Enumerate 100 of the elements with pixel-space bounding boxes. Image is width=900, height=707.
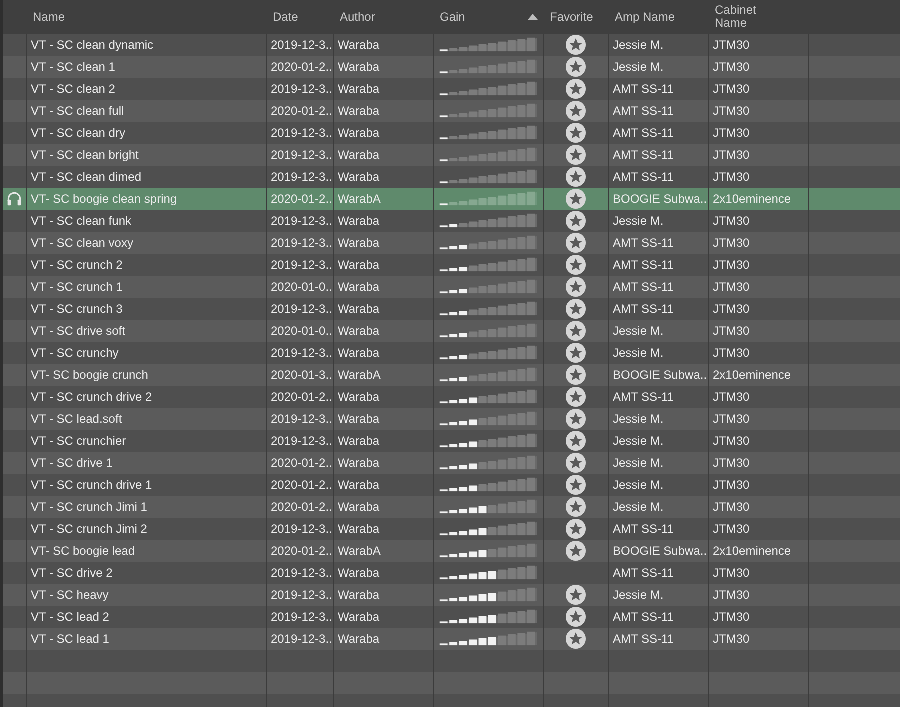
preset-row[interactable]: VT - SC clean 2 2019-12-3... Waraba AMT SS-11 JTM30 — [3, 78, 900, 100]
date-cell-text: 2020-01-2... — [271, 499, 333, 516]
column-header[interactable]: Name — [33, 8, 66, 26]
amp-name-cell-text: AMT SS-11 — [613, 125, 674, 142]
preset-name: VT - SC crunch 1 — [31, 279, 123, 296]
sort-arrow-icon[interactable] — [528, 14, 538, 20]
column-header[interactable]: Amp Name — [615, 8, 676, 26]
preset-name: VT- SC boogie clean spring — [31, 191, 178, 208]
date-cell-text: 2019-12-3... — [271, 257, 333, 274]
preset-name: VT - SC clean 1 — [31, 59, 116, 76]
date-cell-text: 2019-12-3... — [271, 609, 333, 626]
date-cell-text: 2020-01-2... — [271, 543, 333, 560]
preset-row[interactable]: VT- SC boogie clean spring 2020-01-2... WarabA BOOGIE Subwa... 2x10eminence — [3, 188, 900, 210]
date-cell-text: 2019-12-3... — [271, 235, 333, 252]
preset-row[interactable]: VT - SC crunchy 2019-12-3... Waraba Jessie M. JTM30 — [3, 342, 900, 364]
column-header[interactable]: Date — [273, 8, 298, 26]
preset-name: VT - SC crunch 3 — [31, 301, 123, 318]
column-header[interactable]: Favorite — [550, 8, 594, 26]
amp-name-cell-text: Jessie M. — [613, 587, 664, 604]
cabinet-name-cell-text: JTM30 — [713, 147, 750, 164]
preset-name: VT- SC boogie crunch — [31, 367, 148, 384]
preset-row[interactable]: VT - SC clean dry 2019-12-3... Waraba AMT SS-11 JTM30 — [3, 122, 900, 144]
author-cell-text: Waraba — [338, 433, 380, 450]
date-cell-text: 2020-01-2... — [271, 389, 333, 406]
preset-row[interactable]: VT - SC clean funk 2019-12-3... Waraba Jessie M. JTM30 — [3, 210, 900, 232]
cabinet-name-cell-text: JTM30 — [713, 323, 750, 340]
date-cell-text: 2019-12-3... — [271, 587, 333, 604]
author-cell-text: Waraba — [338, 323, 380, 340]
cabinet-name-cell-text: 2x10eminence — [713, 367, 792, 384]
amp-name-cell-text: Jessie M. — [613, 411, 664, 428]
preset-row[interactable]: VT - SC crunch drive 1 2020-01-2... Waraba Jessie M. JTM30 — [3, 474, 900, 496]
preset-row[interactable]: VT - SC clean dimed 2019-12-3... Waraba AMT SS-11 JTM30 — [3, 166, 900, 188]
amp-name-cell-text: AMT SS-11 — [613, 235, 674, 252]
author-cell-text: WarabA — [338, 367, 381, 384]
preset-name: VT - SC crunch Jimi 1 — [31, 499, 148, 516]
amp-name-cell-text: AMT SS-11 — [613, 147, 674, 164]
amp-name-cell-text: AMT SS-11 — [613, 279, 674, 296]
preset-row[interactable]: VT - SC crunch 3 2019-12-3... Waraba AMT SS-11 JTM30 — [3, 298, 900, 320]
author-cell-text: Waraba — [338, 345, 380, 362]
amp-name-cell-text: AMT SS-11 — [613, 521, 674, 538]
preset-name: VT - SC crunch drive 2 — [31, 389, 152, 406]
preset-row[interactable]: VT - SC crunch drive 2 2020-01-2... Waraba AMT SS-11 JTM30 — [3, 386, 900, 408]
author-cell-text: Waraba — [338, 81, 380, 98]
amp-name-cell-text: AMT SS-11 — [613, 257, 674, 274]
preset-row[interactable]: VT - SC lead 2 2019-12-3... Waraba AMT SS-11 JTM30 — [3, 606, 900, 628]
date-cell-text: 2020-01-3... — [271, 367, 333, 384]
amp-name-cell-text: Jessie M. — [613, 345, 664, 362]
preset-name: VT - SC lead 2 — [31, 609, 110, 626]
column-header[interactable]: Gain — [440, 8, 466, 26]
date-cell-text: 2020-01-2... — [271, 455, 333, 472]
column-header[interactable]: Cabinet Name — [715, 4, 775, 30]
preset-row[interactable]: VT - SC clean dynamic 2019-12-3... Waraba Jessie M. JTM30 — [3, 34, 900, 56]
preset-row[interactable]: VT - SC crunch 2 2019-12-3... Waraba AMT SS-11 JTM30 — [3, 254, 900, 276]
amp-name-cell-text: AMT SS-11 — [613, 81, 674, 98]
amp-name-cell-text: AMT SS-11 — [613, 103, 674, 120]
preset-name: VT - SC drive soft — [31, 323, 126, 340]
amp-name-cell-text: BOOGIE Subwa... — [613, 191, 708, 208]
preset-name: VT- SC boogie lead — [31, 543, 136, 560]
author-cell-text: Waraba — [338, 37, 380, 54]
cabinet-name-cell-text: 2x10eminence — [713, 543, 792, 560]
preset-name: VT - SC crunchier — [31, 433, 126, 450]
amp-name-cell-text: AMT SS-11 — [613, 389, 674, 406]
author-cell-text: Waraba — [338, 455, 380, 472]
cabinet-name-cell-text: JTM30 — [713, 125, 750, 142]
date-cell-text: 2019-12-3... — [271, 521, 333, 538]
author-cell-text: Waraba — [338, 169, 380, 186]
preset-row[interactable]: VT - SC crunch Jimi 2 2019-12-3... Waraba AMT SS-11 JTM30 — [3, 518, 900, 540]
cabinet-name-cell-text: JTM30 — [713, 499, 750, 516]
author-cell-text: Waraba — [338, 411, 380, 428]
preset-row[interactable]: VT - SC crunchier 2019-12-3... Waraba Jessie M. JTM30 — [3, 430, 900, 452]
date-cell-text: 2019-12-3... — [271, 411, 333, 428]
cabinet-name-cell-text: 2x10eminence — [713, 191, 792, 208]
date-cell-text: 2019-12-3... — [271, 125, 333, 142]
date-cell-text: 2020-01-2... — [271, 59, 333, 76]
amp-name-cell-text: Jessie M. — [613, 433, 664, 450]
date-cell-text: 2019-12-3... — [271, 169, 333, 186]
amp-name-cell-text: AMT SS-11 — [613, 301, 674, 318]
author-cell-text: Waraba — [338, 103, 380, 120]
preset-name: VT - SC crunch drive 1 — [31, 477, 152, 494]
amp-name-cell-text: Jessie M. — [613, 477, 664, 494]
column-header[interactable]: Author — [340, 8, 376, 26]
cabinet-name-cell-text: JTM30 — [713, 565, 750, 582]
author-cell-text: Waraba — [338, 301, 380, 318]
amp-name-cell-text: Jessie M. — [613, 213, 664, 230]
cabinet-name-cell-text: JTM30 — [713, 213, 750, 230]
preset-name: VT - SC crunchy — [31, 345, 119, 362]
amp-name-cell-text: AMT SS-11 — [613, 169, 674, 186]
amp-name-cell-text: Jessie M. — [613, 499, 664, 516]
preset-name: VT - SC drive 2 — [31, 565, 113, 582]
cabinet-name-cell-text: JTM30 — [713, 609, 750, 626]
preset-name: VT - SC lead 1 — [31, 631, 110, 648]
amp-name-cell-text: BOOGIE Subwa... — [613, 543, 708, 560]
cabinet-name-cell-text: JTM30 — [713, 389, 750, 406]
date-cell-text: 2020-01-0... — [271, 279, 333, 296]
preset-name: VT - SC heavy — [31, 587, 109, 604]
author-cell-text: Waraba — [338, 521, 380, 538]
preset-row[interactable]: VT - SC drive 2 2019-12-3... Waraba AMT SS-11 JTM30 — [3, 562, 900, 584]
amp-name-cell-text: AMT SS-11 — [613, 631, 674, 648]
author-cell-text: Waraba — [338, 235, 380, 252]
preset-name: VT - SC clean dry — [31, 125, 126, 142]
